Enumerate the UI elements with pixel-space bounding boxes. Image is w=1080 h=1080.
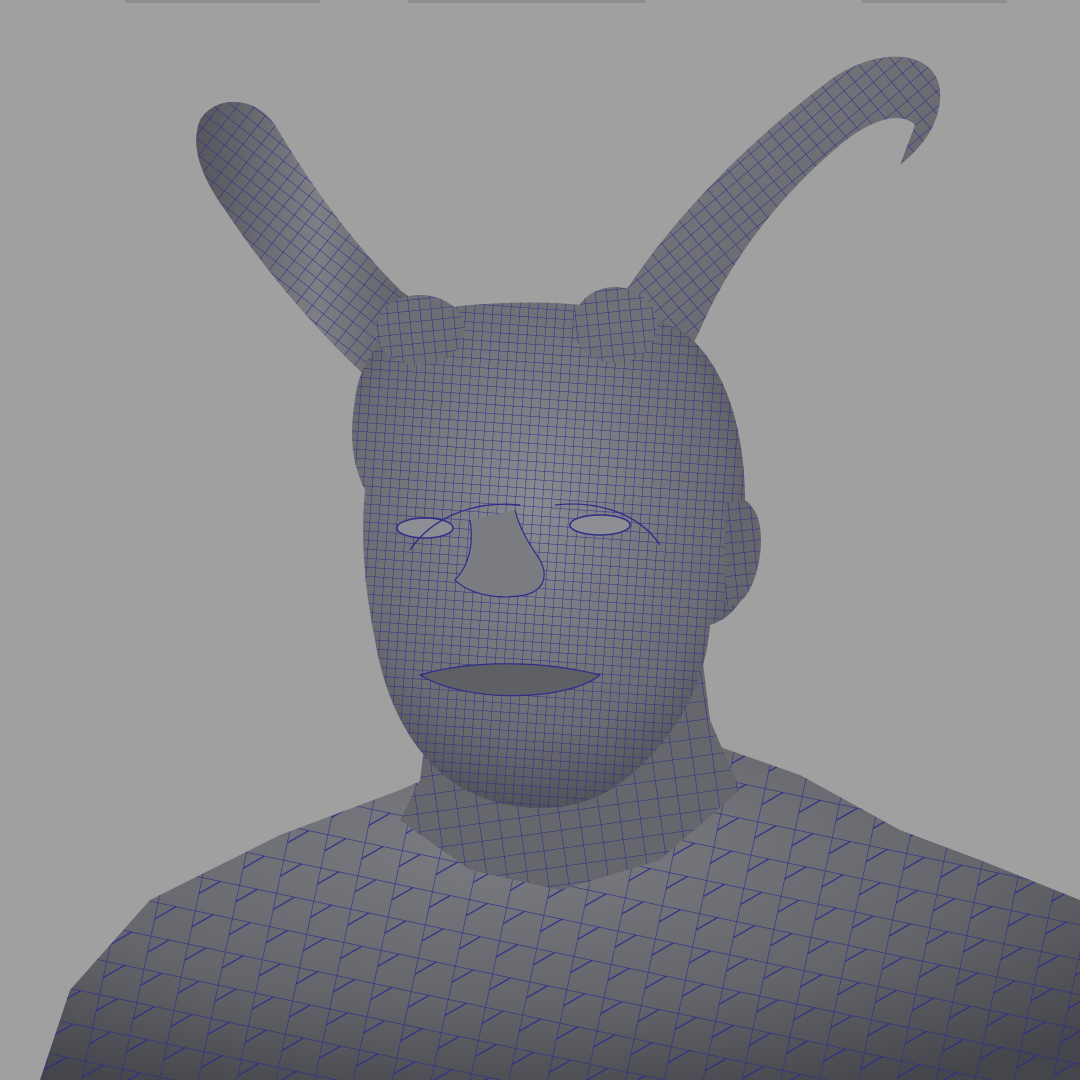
ear-mesh — [725, 500, 761, 606]
horn-base-right — [573, 287, 657, 363]
right-horn-mesh — [615, 56, 941, 371]
wireframe-demon-bust — [40, 56, 1080, 1080]
3d-viewport[interactable] — [0, 0, 1080, 1080]
horn-base-left — [375, 295, 465, 365]
